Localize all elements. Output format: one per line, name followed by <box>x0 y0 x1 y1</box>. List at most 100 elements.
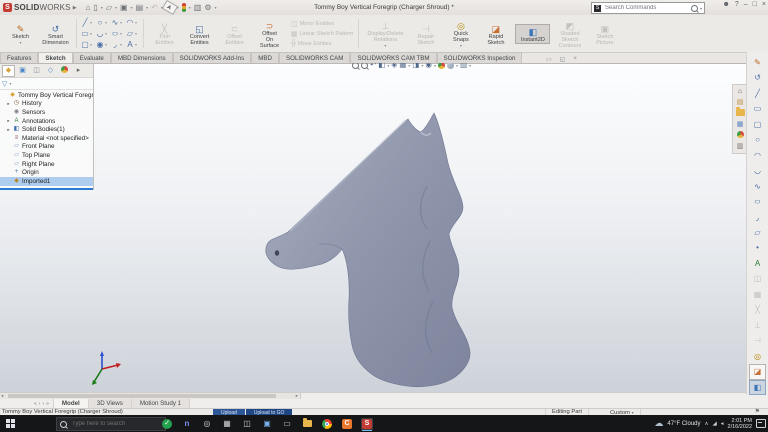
rail-instant2d[interactable]: ◧ <box>749 380 766 395</box>
filter-icon[interactable]: ▽ <box>2 80 7 88</box>
rail-point[interactable]: • <box>749 240 766 255</box>
select-icon[interactable]: ➤ <box>162 0 178 15</box>
tangent-arc-tool[interactable]: ◡ <box>95 28 105 39</box>
tree-item-top-plane[interactable]: ▱Top Plane <box>0 151 93 160</box>
chevron-down-icon[interactable]: ▾ <box>700 6 702 11</box>
rail-linear-sketch-pattern[interactable]: ▦ <box>749 287 766 302</box>
rail-spline[interactable]: ∿ <box>749 179 766 194</box>
antivirus-check-icon[interactable]: ✓ <box>161 418 173 430</box>
quick-snaps-button[interactable]: ◎QuickSnaps▾ <box>443 18 478 50</box>
tree-item-history[interactable]: ▸◷History <box>0 100 93 109</box>
network-icon[interactable]: ◢ <box>713 421 717 427</box>
rail-display-delete-relations[interactable]: ⊥ <box>749 318 766 333</box>
menu-expand-icon[interactable]: ▶ <box>73 5 77 11</box>
solidworks-icon[interactable]: S <box>361 418 373 430</box>
chevron-down-icon[interactable]: ▾ <box>135 28 140 39</box>
tree-item-imported1[interactable]: ◆Imported1 <box>0 177 93 186</box>
rail-line[interactable]: ╱ <box>749 86 766 101</box>
tab-scroll-icon[interactable]: » <box>46 401 49 407</box>
tab-mbd[interactable]: MBD <box>251 52 279 63</box>
tab-evaluate[interactable]: Evaluate <box>73 52 111 63</box>
chevron-down-icon[interactable]: ▾ <box>9 81 11 86</box>
mirror-entities-button[interactable]: ◫Mirror Entities <box>291 20 353 28</box>
tab-scroll-icon[interactable]: › <box>42 401 44 407</box>
open-file-icon[interactable]: ▱ <box>105 2 113 13</box>
command-search-box[interactable]: S ▾ <box>591 2 705 14</box>
rail-quick-snaps[interactable]: ◎ <box>749 349 766 364</box>
tab-solidworks-cam-tbm[interactable]: SOLIDWORKS CAM TBM <box>350 52 436 63</box>
taskpane-custom-properties-tab[interactable]: ▥ <box>735 142 745 151</box>
corner-rectangle-tool[interactable]: ▭ <box>80 28 90 39</box>
rail-repair-sketch[interactable]: ⊣ <box>749 333 766 348</box>
doc-tab-model[interactable]: Model <box>54 399 89 408</box>
undo-icon[interactable]: ↶ <box>150 2 159 13</box>
trim-entities-button[interactable]: ╳TrimEntities <box>147 21 182 47</box>
close-button[interactable]: × <box>762 1 766 8</box>
scrollbar-thumb[interactable] <box>8 394 276 398</box>
tree-item-sensors[interactable]: ◉Sensors <box>0 108 93 117</box>
expand-arrow-icon[interactable]: ▸ <box>6 118 11 124</box>
user-icon[interactable]: ☻ <box>722 1 729 8</box>
home-icon[interactable]: ⌂ <box>85 2 92 13</box>
tree-item-solid-bodies-1[interactable]: ▸◧Solid Bodies(1) <box>0 125 93 134</box>
offset-entities-button[interactable]: ⊂OffsetEntities <box>217 21 252 47</box>
maximize-button[interactable]: □ <box>753 1 757 8</box>
rapid-sketch-button[interactable]: ◪RapidSketch <box>478 21 513 47</box>
clock[interactable]: 2:01 PM2/16/2022 <box>728 418 752 430</box>
chrome-icon[interactable] <box>321 418 333 430</box>
tree-item-material-not-specified[interactable]: ≡Material <not specified> <box>0 134 93 143</box>
convert-entities-button[interactable]: ◱ConvertEntities <box>182 21 217 47</box>
rail-mirror-entities[interactable]: ◫ <box>749 271 766 286</box>
file-explorer-icon[interactable] <box>301 418 313 430</box>
rail-ellipse[interactable]: ○ <box>749 194 766 209</box>
linear-sketch-pattern-button[interactable]: ▦Linear Sketch Pattern <box>291 30 353 38</box>
rail-straight-slot[interactable]: ▢ <box>749 117 766 132</box>
shaded-sketch-contours-button[interactable]: ◩ShadedSketchContours <box>552 18 587 50</box>
tab-scroll-icon[interactable]: « <box>34 401 37 407</box>
sketch-picture-button[interactable]: ▣SketchPicture <box>587 21 622 47</box>
rail-reference-plane[interactable]: ▱ <box>749 225 766 240</box>
rebuild-icon[interactable] <box>182 3 186 12</box>
panel-expand-arrow[interactable]: ▸ <box>72 65 85 77</box>
command-search-input[interactable] <box>603 4 689 12</box>
chevron-down-icon[interactable]: ▾ <box>115 5 117 10</box>
text-tool[interactable]: A <box>125 39 135 50</box>
sketch-button[interactable]: ✎Sketch▾ <box>3 21 38 47</box>
point-tool[interactable]: ◉ <box>95 39 105 50</box>
ellipse-tool[interactable]: ○ <box>108 28 123 39</box>
display-delete-relations-button[interactable]: ⊥Display/DeleteRelations▾ <box>362 18 408 50</box>
dimxpertmanager-tab[interactable]: ◇ <box>44 65 57 77</box>
rail-text[interactable]: A <box>749 256 766 271</box>
circle-tool[interactable]: ○ <box>95 17 105 28</box>
chevron-down-icon[interactable]: ▾ <box>469 63 471 68</box>
help-icon[interactable]: ? <box>735 1 739 8</box>
system-monitor-icon[interactable]: ◫ <box>241 418 253 430</box>
featuremanager-tree-tab[interactable]: ◆ <box>2 65 15 77</box>
calculator-icon[interactable]: ▦ <box>221 418 233 430</box>
tab-solidworks-inspection[interactable]: SOLIDWORKS Inspection <box>437 52 523 63</box>
taskpane-home-tab[interactable]: ⌂ <box>735 87 745 96</box>
repair-sketch-button[interactable]: ⊣RepairSketch <box>408 21 443 47</box>
weather-text[interactable]: 47°F Cloudy <box>667 421 700 427</box>
taskbar-search-box[interactable] <box>56 417 166 431</box>
propertymanager-tab[interactable]: ▣ <box>16 65 29 77</box>
taskpane-appearances-tab[interactable] <box>735 131 745 140</box>
chevron-down-icon[interactable]: ▾ <box>135 39 140 50</box>
notification-center-icon[interactable] <box>756 419 766 428</box>
chevron-down-icon[interactable]: ▾ <box>421 63 423 68</box>
rail-corner-rectangle[interactable]: ▭ <box>749 101 766 116</box>
chevron-down-icon[interactable]: ▾ <box>456 63 458 68</box>
tab-mbd-dimensions[interactable]: MBD Dimensions <box>111 52 173 63</box>
arc-tool[interactable]: ◠ <box>125 17 135 28</box>
rollback-bar[interactable] <box>0 188 93 190</box>
chevron-down-icon[interactable]: ▾ <box>146 5 148 10</box>
search-icon[interactable] <box>691 5 698 12</box>
graphics-viewport[interactable]: ↶◧▾◈▦▾◨▾◉▾▾▥▾ ▭◱× ◆▣◫◇▸ ▽ ▾ ◆Tommy Boy V… <box>0 64 747 393</box>
tab-solidworks-add-ins[interactable]: SOLIDWORKS Add-Ins <box>173 52 252 63</box>
new-file-icon[interactable]: ▯ <box>92 2 98 13</box>
rail-tangent-arc[interactable]: ◡ <box>749 163 766 178</box>
plane-tool[interactable]: ▱ <box>125 28 135 39</box>
tab-sketch[interactable]: Sketch <box>38 52 72 63</box>
tree-item-right-plane[interactable]: ▱Right Plane <box>0 160 93 169</box>
expand-arrow-icon[interactable]: ▸ <box>6 101 11 107</box>
